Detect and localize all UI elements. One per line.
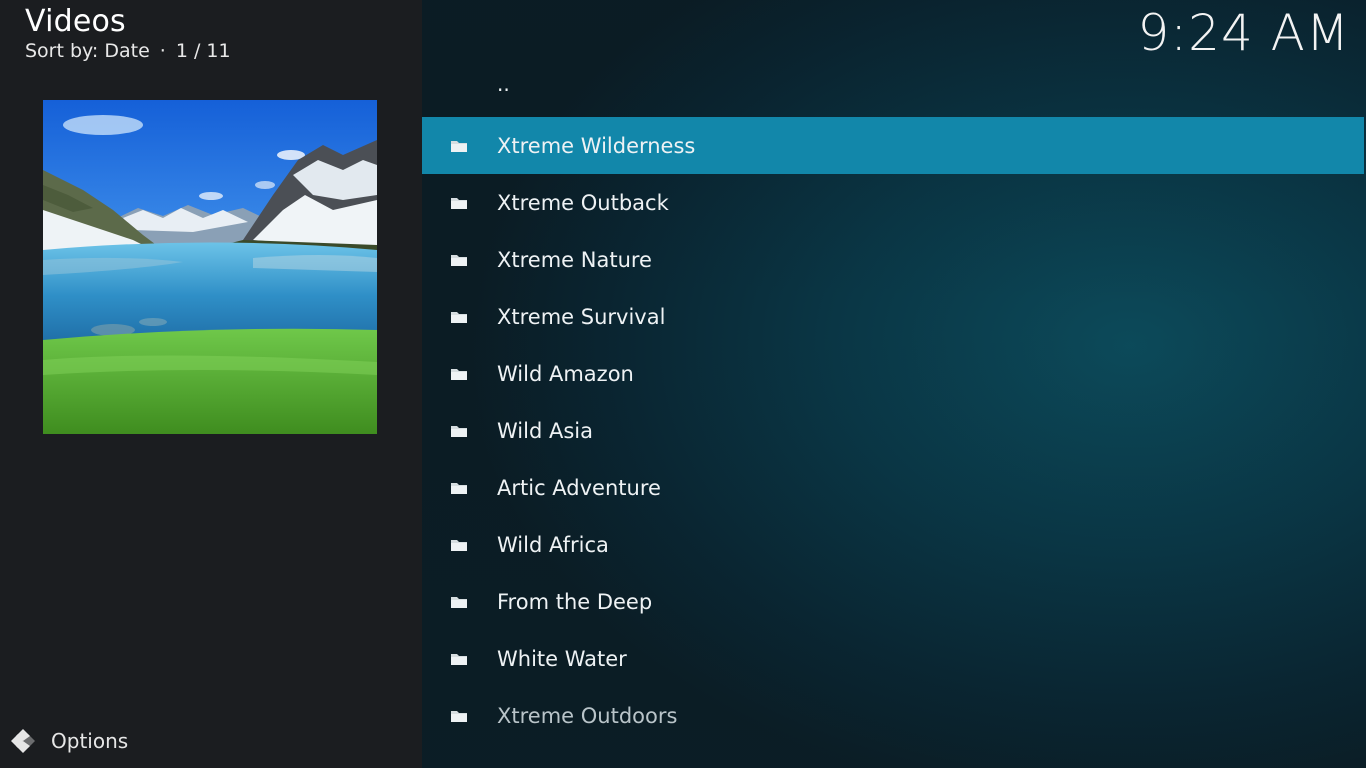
list-item-label: Xtreme Nature	[497, 247, 652, 272]
folder-icon	[450, 708, 468, 724]
parent-folder-item[interactable]: ..	[422, 60, 1364, 117]
folder-icon	[450, 309, 468, 325]
list-item-label: White Water	[497, 646, 627, 671]
folder-icon	[450, 366, 468, 382]
list-item[interactable]: Xtreme Wilderness	[422, 117, 1364, 174]
thumbnail-image	[43, 100, 377, 434]
folder-icon	[450, 537, 468, 553]
folder-icon	[450, 138, 468, 154]
separator-dot: ·	[159, 40, 166, 62]
options-label: Options	[51, 729, 129, 753]
folder-list: .. Xtreme Wilderness Xtreme Outback Xtreme…	[422, 60, 1366, 744]
folder-icon	[450, 651, 468, 667]
list-item[interactable]: Wild Africa	[422, 516, 1364, 573]
info-panel: Videos Sort by: Date · 1 / 11 Options	[0, 0, 422, 768]
list-item-label: Wild Amazon	[497, 361, 634, 386]
list-item[interactable]: Artic Adventure	[422, 459, 1364, 516]
folder-icon	[450, 480, 468, 496]
list-item-label: Wild Africa	[497, 532, 609, 557]
folder-icon	[450, 423, 468, 439]
list-item[interactable]: From the Deep	[422, 573, 1364, 630]
list-item-label: Xtreme Survival	[497, 304, 666, 329]
list-item[interactable]: Wild Asia	[422, 402, 1364, 459]
options-icon	[11, 729, 35, 753]
list-item-label: Xtreme Wilderness	[497, 133, 696, 158]
list-item-label: Xtreme Outback	[497, 190, 669, 215]
list-item-label: Wild Asia	[497, 418, 593, 443]
options-button[interactable]: Options	[10, 726, 128, 756]
list-item-label: From the Deep	[497, 589, 653, 614]
list-item[interactable]: Xtreme Nature	[422, 231, 1364, 288]
list-item[interactable]: White Water	[422, 630, 1364, 687]
item-position: 1 / 11	[175, 40, 231, 62]
sort-status: Sort by: Date · 1 / 11	[25, 40, 231, 62]
clock: 9:24 AM	[1137, 4, 1350, 62]
file-list-panel: 9:24 AM .. Xtreme Wilderness Xtreme Outba…	[422, 0, 1366, 768]
folder-icon	[450, 252, 468, 268]
list-item[interactable]: Xtreme Survival	[422, 288, 1364, 345]
list-item[interactable]: Xtreme Outback	[422, 174, 1364, 231]
kodi-videos-screen: Videos Sort by: Date · 1 / 11 Options 9:…	[0, 0, 1366, 768]
folder-icon	[450, 195, 468, 211]
parent-folder-label: ..	[497, 72, 510, 96]
list-item-label: Artic Adventure	[497, 475, 661, 500]
list-item-label: Xtreme Outdoors	[497, 703, 678, 728]
list-item[interactable]: Xtreme Outdoors	[422, 687, 1364, 744]
page-title: Videos	[25, 4, 126, 39]
sort-label: Sort by: Date	[25, 40, 150, 62]
folder-icon	[450, 594, 468, 610]
list-item[interactable]: Wild Amazon	[422, 345, 1364, 402]
